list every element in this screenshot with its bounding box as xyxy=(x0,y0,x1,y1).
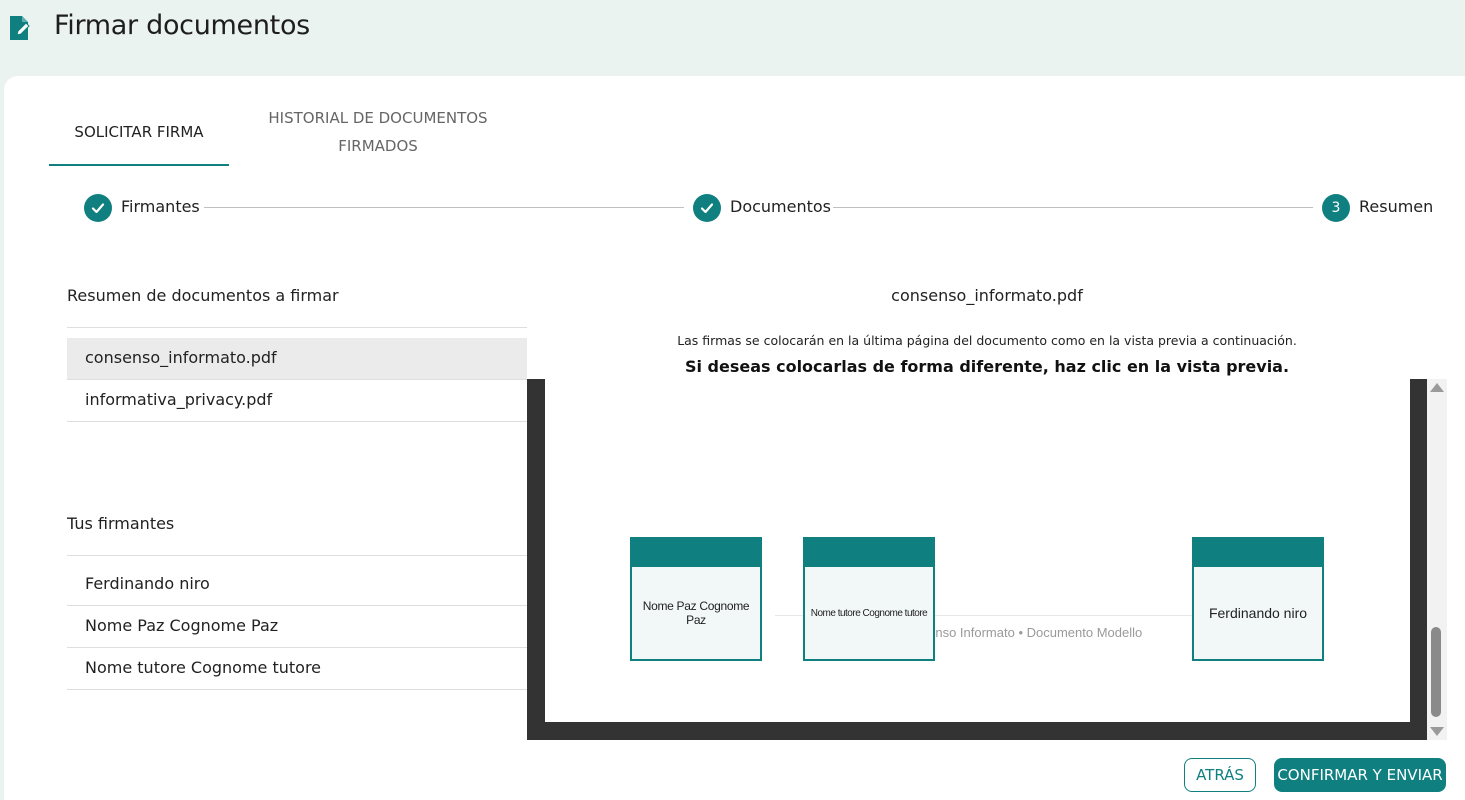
page-header: Firmar documentos xyxy=(0,0,1465,76)
preview-note: Las firmas se colocarán en la última pág… xyxy=(677,333,1297,348)
tab-solicitar-firma[interactable]: SOLICITAR FIRMA xyxy=(49,118,229,146)
signer-list-item: Nome Paz Cognome Paz xyxy=(67,606,527,648)
confirm-and-send-button[interactable]: CONFIRMAR Y ENVIAR xyxy=(1274,758,1446,792)
document-edit-icon xyxy=(8,14,32,42)
back-button[interactable]: ATRÁS xyxy=(1184,758,1256,792)
signature-box-header xyxy=(1194,539,1322,567)
step-resumen-number: 3 xyxy=(1322,194,1350,222)
scroll-down-arrow-icon[interactable] xyxy=(1430,727,1444,736)
signature-box-header xyxy=(632,539,760,567)
documents-list: consenso_informato.pdf informativa_priva… xyxy=(67,327,527,422)
preview-note-bold: Si deseas colocarlas de forma diferente,… xyxy=(684,357,1290,376)
tab-historial-line2: FIRMADOS xyxy=(338,137,418,155)
step-label-documentos: Documentos xyxy=(730,197,832,216)
step-documentos-check-icon xyxy=(693,194,721,222)
document-page[interactable]: Consenso Informato • Documento Modello N… xyxy=(545,379,1410,722)
signer-list-item: Nome tutore Cognome tutore xyxy=(67,648,527,690)
signature-box[interactable]: Ferdinando niro xyxy=(1192,537,1324,661)
signature-box-header xyxy=(805,539,933,567)
scroll-up-arrow-icon[interactable] xyxy=(1430,383,1444,392)
signers-section-title: Tus firmantes xyxy=(67,514,175,533)
documents-section-title: Resumen de documentos a firmar xyxy=(67,286,339,305)
step-label-firmantes: Firmantes xyxy=(121,197,200,216)
signature-box-name: Ferdinando niro xyxy=(1208,605,1308,621)
step-connector xyxy=(833,207,1313,208)
document-list-item[interactable]: informativa_privacy.pdf xyxy=(67,380,527,422)
signature-box-name: Nome Paz Cognome Paz xyxy=(642,599,750,627)
step-firmantes-check-icon xyxy=(84,194,112,222)
scrollbar-thumb[interactable] xyxy=(1431,627,1441,717)
tab-historial-documentos[interactable]: HISTORIAL DE DOCUMENTOS FIRMADOS xyxy=(252,104,504,160)
preview-document-title: consenso_informato.pdf xyxy=(891,286,1083,305)
signer-list-item: Ferdinando niro xyxy=(67,564,527,606)
document-preview[interactable]: Consenso Informato • Documento Modello N… xyxy=(527,379,1427,740)
step-label-resumen: Resumen xyxy=(1359,197,1434,216)
signers-list: Ferdinando niro Nome Paz Cognome Paz Nom… xyxy=(67,555,527,690)
page-title: Firmar documentos xyxy=(54,10,310,41)
tab-historial-line1: HISTORIAL DE DOCUMENTOS xyxy=(268,109,488,127)
signature-box[interactable]: Nome tutore Cognome tutore xyxy=(803,537,935,661)
stepper: Firmantes Documentos 3 Resumen xyxy=(0,190,1465,226)
document-list-item[interactable]: consenso_informato.pdf xyxy=(67,338,527,380)
preview-scrollbar[interactable] xyxy=(1427,379,1447,740)
active-tab-indicator xyxy=(49,164,229,166)
step-connector xyxy=(204,207,684,208)
signature-box-name: Nome tutore Cognome tutore xyxy=(810,607,928,619)
signature-box[interactable]: Nome Paz Cognome Paz xyxy=(630,537,762,661)
